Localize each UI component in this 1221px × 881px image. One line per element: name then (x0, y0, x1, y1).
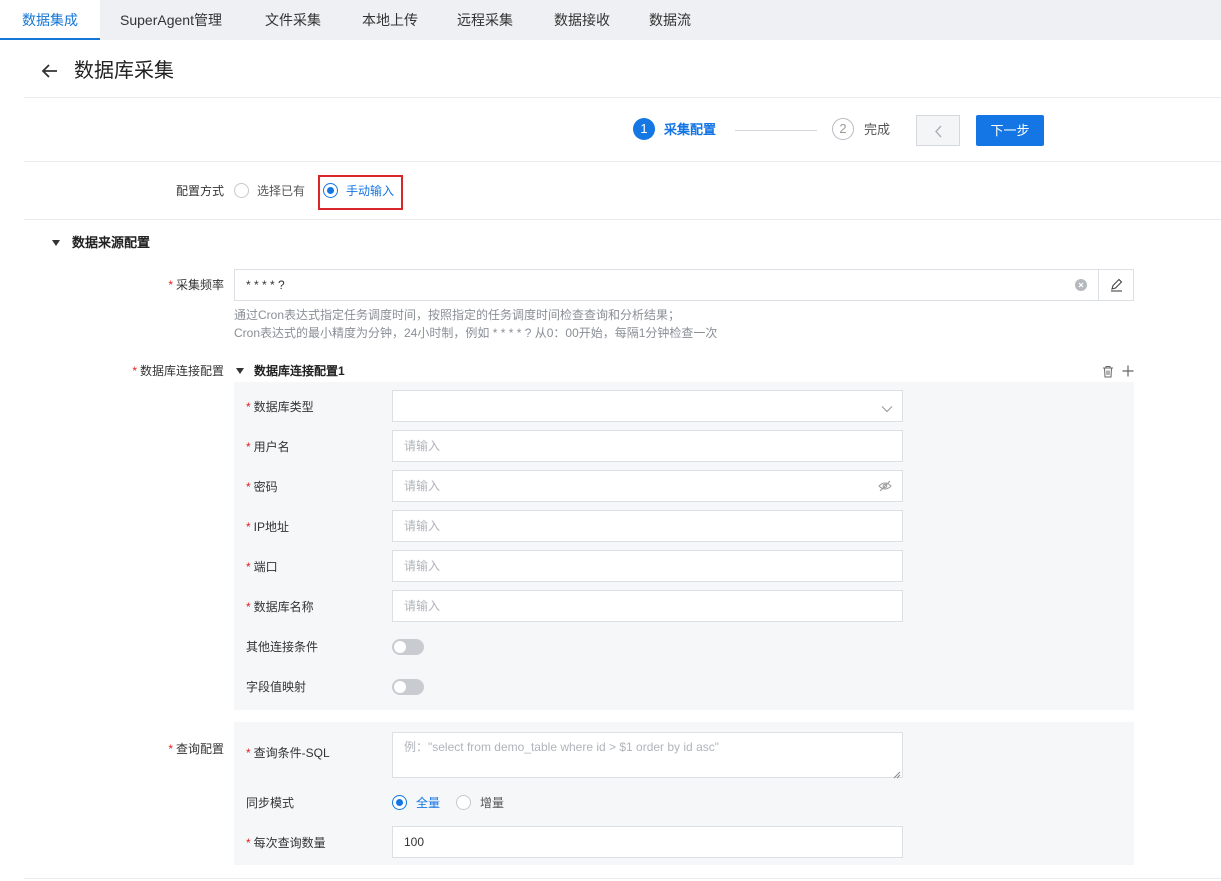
tab-data-receive[interactable]: 数据接收 (534, 0, 630, 40)
db-connection-subtitle: 数据库连接配置1 (254, 364, 345, 378)
trash-icon[interactable] (1102, 365, 1114, 381)
db-connection-label: * 数据库连接配置 (132, 364, 224, 378)
frequency-input[interactable]: * * * * ? (234, 269, 1099, 301)
page-title: 数据库采集 (74, 60, 174, 82)
radio-sync-full[interactable] (392, 795, 407, 810)
tab-file-collection[interactable]: 文件采集 (242, 0, 344, 40)
field-label-db-type: * 数据库类型 (246, 400, 314, 414)
divider (24, 219, 1221, 220)
clear-icon[interactable] (1075, 279, 1087, 294)
pencil-icon (1111, 278, 1123, 292)
divider (24, 161, 1221, 162)
field-label-db-name: * 数据库名称 (246, 600, 314, 614)
radio-sync-full-label[interactable]: 全量 (416, 793, 440, 813)
next-step-button[interactable]: 下一步 (976, 115, 1044, 146)
chevron-down-icon (881, 402, 893, 416)
step-2-label: 完成 (864, 122, 891, 137)
port-input[interactable]: 请输入 (392, 550, 903, 582)
username-input[interactable]: 请输入 (392, 430, 903, 462)
section-title-data-source: 数据来源配置 (72, 235, 151, 250)
tab-local-upload[interactable]: 本地上传 (344, 0, 436, 40)
tab-data-integration[interactable]: 数据集成 (0, 0, 100, 40)
divider (24, 878, 1221, 879)
plus-icon[interactable] (1122, 365, 1134, 380)
tab-data-flow[interactable]: 数据流 (630, 0, 710, 40)
step-1-circle: 1 (633, 118, 655, 140)
sql-label: * 查询条件-SQL (246, 746, 330, 760)
tab-remote-collection[interactable]: 远程采集 (436, 0, 534, 40)
field-mapping-toggle[interactable] (392, 679, 424, 695)
divider (24, 97, 1221, 98)
tab-superagent[interactable]: SuperAgent管理 (100, 0, 242, 40)
radio-select-existing-label[interactable]: 选择已有 (257, 181, 305, 201)
resize-handle-icon[interactable] (893, 768, 901, 782)
radio-sync-incremental-label[interactable]: 增量 (480, 793, 504, 813)
top-tab-bar: 数据集成 SuperAgent管理 文件采集 本地上传 远程采集 数据接收 数据… (0, 0, 1221, 40)
db-type-select[interactable] (392, 390, 903, 422)
config-mode-label: 配置方式 (176, 184, 225, 198)
db-name-input[interactable]: 请输入 (392, 590, 903, 622)
ip-input[interactable]: 请输入 (392, 510, 903, 542)
other-conditions-label: 其他连接条件 (246, 640, 319, 654)
step-1-label: 采集配置 (664, 122, 717, 137)
sync-mode-label: 同步模式 (246, 796, 295, 810)
frequency-hint-2: Cron表达式的最小精度为分钟，24小时制，例如 * * * * ? 从0：00… (234, 326, 718, 340)
highlight-box (318, 175, 403, 210)
step-connector (735, 130, 817, 131)
frequency-hint-1: 通过Cron表达式指定任务调度时间，按照指定的任务调度时间检查查询和分析结果； (234, 308, 681, 322)
field-label-username: * 用户名 (246, 440, 290, 454)
radio-select-existing[interactable] (234, 183, 249, 198)
batch-size-label: * 每次查询数量 (246, 836, 326, 850)
other-conditions-toggle[interactable] (392, 639, 424, 655)
sql-textarea[interactable]: 例："select from demo_table where id > $1 … (392, 732, 903, 778)
query-config-label: * 查询配置 (168, 742, 224, 756)
eye-off-icon[interactable] (878, 480, 892, 495)
edit-button[interactable] (1098, 269, 1134, 301)
back-arrow-icon[interactable] (40, 58, 60, 84)
collapse-caret-icon[interactable] (52, 240, 60, 246)
password-input[interactable]: 请输入 (392, 470, 903, 502)
field-mapping-label: 字段值映射 (246, 680, 307, 694)
prev-step-button[interactable] (916, 115, 960, 146)
frequency-label: * 采集频率 (168, 278, 224, 292)
field-label-password: * 密码 (246, 480, 278, 494)
step-2-circle: 2 (832, 118, 854, 140)
field-label-ip: * IP地址 (246, 520, 290, 534)
field-label-port: * 端口 (246, 560, 278, 574)
collapse-caret-icon[interactable] (236, 368, 244, 374)
batch-size-input[interactable]: 100 (392, 826, 903, 858)
radio-sync-incremental[interactable] (456, 795, 471, 810)
